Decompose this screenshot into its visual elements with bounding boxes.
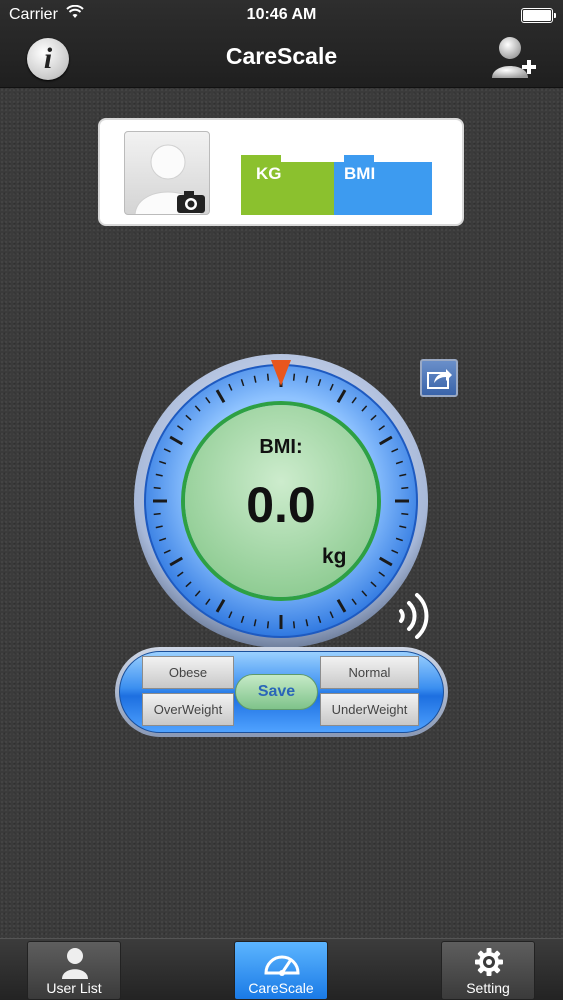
tab-bmi[interactable]: BMI (334, 155, 432, 215)
gauge-tick (266, 621, 270, 629)
clock: 10:46 AM (246, 6, 317, 23)
page-title: CareScale (225, 43, 338, 69)
profile-card: KG BMI (98, 118, 464, 226)
gauge-tick (266, 373, 270, 381)
scale-icon (264, 955, 300, 976)
bmi-value: 0.0 (246, 477, 316, 533)
bmi-label: BMI: (259, 436, 303, 458)
user-icon (62, 948, 88, 979)
gear-icon (475, 948, 503, 976)
unit-label: kg (322, 545, 347, 568)
tab-kg[interactable]: KG (241, 155, 335, 215)
battery-icon (521, 8, 556, 23)
normal-button[interactable]: Normal (320, 656, 419, 689)
avatar-camera-icon[interactable] (124, 131, 210, 215)
status-bar: Carrier 10:46 AM (0, 0, 563, 30)
tab-carescale-label: CareScale (248, 980, 314, 996)
tab-user-list-label: User List (46, 980, 102, 996)
add-user-icon[interactable] (490, 34, 538, 80)
underweight-button[interactable]: UnderWeight (320, 693, 419, 726)
tab-carescale[interactable]: CareScale (234, 941, 328, 1000)
signal-icon (399, 593, 429, 639)
gauge-tick (292, 373, 296, 381)
top-bar: Carrier 10:46 AM i CareScale (0, 0, 563, 88)
gauge-tick (292, 621, 296, 629)
tab-setting[interactable]: Setting (441, 941, 535, 1000)
tab-user-list[interactable]: User List (27, 941, 121, 1000)
overweight-button[interactable]: OverWeight (142, 693, 234, 726)
obese-button[interactable]: Obese (142, 656, 234, 689)
tab-setting-label: Setting (466, 980, 510, 996)
app-root: Carrier 10:46 AM i CareScale KG BMI BMI:… (0, 0, 563, 1000)
save-button[interactable]: Save (235, 674, 318, 710)
